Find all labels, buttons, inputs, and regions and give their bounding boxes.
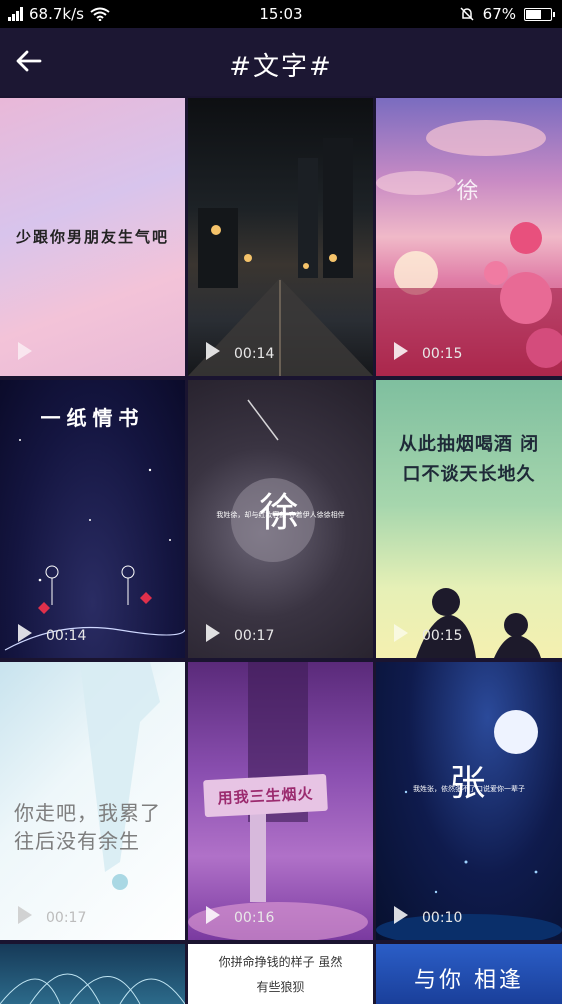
video-duration: 00:10: [422, 910, 463, 926]
video-caption: 你拼命挣钱的样子 虽然有些狼狈: [218, 955, 343, 994]
video-duration: 00:15: [422, 628, 463, 644]
play-icon: [18, 906, 32, 924]
video-tile[interactable]: 你拼命挣钱的样子 虽然有些狼狈: [188, 944, 373, 1004]
flower-field: [376, 120, 562, 376]
video-grid: 少跟你男朋友生气吧 00:14 徐 00:15 一纸情书 00:14 徐 我姓徐…: [0, 98, 562, 1004]
video-duration: 00:14: [234, 346, 275, 362]
play-icon: [394, 342, 408, 360]
app-bar: #文字#: [0, 28, 562, 96]
video-tile[interactable]: 用我三生烟火 00:16: [188, 662, 373, 940]
play-icon: [18, 342, 32, 360]
video-tile[interactable]: 与你 相逢: [376, 944, 562, 1004]
status-bar: 68.7k/s 15:03 67%: [0, 0, 562, 28]
play-icon: [206, 906, 220, 924]
mute-bell-icon: [460, 7, 474, 21]
video-caption: 用我三生烟火: [203, 773, 328, 818]
video-tile[interactable]: 张 我姓张，依然张不了口说爱你一辈子 00:10: [376, 662, 562, 940]
video-subcaption: 我姓张，依然张不了口说爱你一辈子: [413, 785, 525, 793]
video-tile[interactable]: 一纸情书 00:14: [0, 380, 185, 658]
video-tile[interactable]: 徐 我姓徐，却与红妆容颜 守着伊人徐徐相伴 00:17: [188, 380, 373, 658]
video-caption: 张: [449, 763, 489, 804]
video-caption: 徐: [259, 490, 302, 536]
video-subcaption: 我姓徐，却与红妆容颜 守着伊人徐徐相伴: [216, 511, 345, 519]
video-tile[interactable]: 徐 00:15: [376, 98, 562, 376]
play-icon: [18, 624, 32, 642]
play-icon: [206, 624, 220, 642]
video-tile[interactable]: 你走吧，我累了 往后没有余生 00:17: [0, 662, 185, 940]
video-caption: 与你 相逢: [414, 968, 524, 993]
video-caption: 一纸情书: [40, 406, 145, 430]
page-title: #文字#: [229, 52, 333, 82]
video-tile[interactable]: [0, 944, 185, 1004]
battery-icon: [524, 7, 555, 21]
couple-silhouette: [416, 588, 541, 658]
video-caption: 你走吧，我累了 往后没有余生: [14, 801, 161, 853]
battery-percent: 67%: [482, 5, 516, 23]
play-icon: [394, 624, 408, 642]
video-duration: 00:17: [46, 910, 87, 926]
video-tile[interactable]: 少跟你男朋友生气吧: [0, 98, 185, 376]
video-caption: 徐: [456, 179, 482, 204]
video-caption: 少跟你男朋友生气吧: [15, 228, 169, 246]
video-duration: 00:14: [46, 628, 87, 644]
video-duration: 00:15: [422, 346, 463, 362]
video-duration: 00:16: [234, 910, 275, 926]
video-duration: 00:17: [234, 628, 275, 644]
play-icon: [206, 342, 220, 360]
video-caption: 从此抽烟喝酒 闭口不谈天长地久: [398, 434, 540, 485]
video-tile[interactable]: 从此抽烟喝酒 闭口不谈天长地久 00:15: [376, 380, 562, 658]
play-icon: [394, 906, 408, 924]
video-tile[interactable]: 00:14: [188, 98, 373, 376]
street-scene: [188, 138, 373, 376]
grass-scene: [0, 973, 185, 1004]
